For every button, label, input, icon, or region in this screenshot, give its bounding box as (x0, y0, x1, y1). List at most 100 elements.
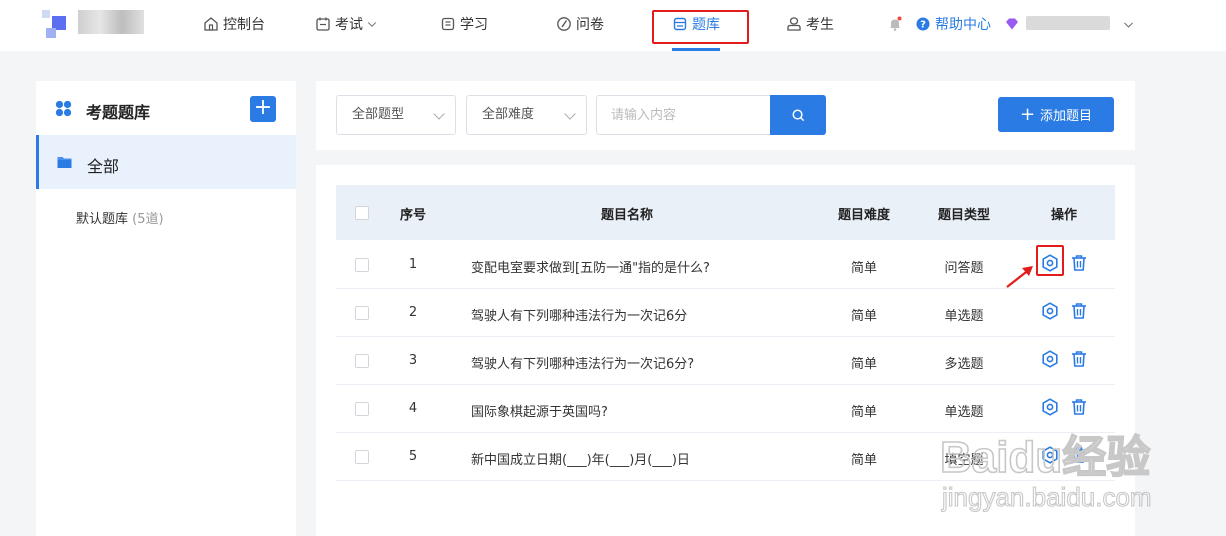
question-type: 单选题 (944, 309, 984, 324)
sidebar-item-default-bank[interactable]: 默认题库 (5道) (76, 208, 164, 227)
question-title: 驾驶人有下列哪种违法行为一次记6分? (471, 357, 695, 372)
sidebar-header: 考题题库 + (36, 81, 296, 135)
row-checkbox[interactable] (355, 258, 369, 272)
question-difficulty: 简单 (850, 405, 878, 420)
search-button[interactable] (770, 95, 826, 135)
bell-icon (890, 16, 902, 31)
question-type: 单选题 (944, 405, 984, 420)
annotation-highlight-settings (1036, 245, 1064, 276)
help-center-label: 帮助中心 (935, 17, 991, 33)
column-header-index: 序号 (399, 208, 427, 223)
nav-item-survey[interactable]: 问卷 (556, 14, 604, 34)
user-menu-toggle[interactable] (1122, 14, 1139, 34)
help-center-link[interactable]: ? 帮助中心 (915, 14, 991, 34)
question-difficulty: 简单 (850, 453, 878, 468)
annotation-highlight-nav (652, 10, 749, 44)
table-header: 序号 题目名称 题目难度 题目类型 操作 (336, 185, 1115, 240)
settings-gear-icon[interactable] (1040, 301, 1060, 321)
question-title: 新中国成立日期(___)年(___)月(___)日 (471, 453, 690, 468)
bank-question-count: (5道) (132, 212, 164, 227)
book-icon (441, 17, 455, 31)
row-checkbox[interactable] (355, 306, 369, 320)
select-all-checkbox[interactable] (355, 206, 369, 220)
row-checkbox[interactable] (355, 450, 369, 464)
question-circle-icon: ? (916, 17, 930, 31)
chevron-down-icon (433, 108, 445, 120)
table-row[interactable]: 4 国际象棋起源于英国吗? 简单 单选题 (336, 385, 1115, 433)
column-header-difficulty: 题目难度 (837, 208, 891, 223)
annotation-arrow-icon (1006, 266, 1033, 288)
delete-trash-icon[interactable] (1069, 397, 1089, 417)
chevron-down-icon (1124, 21, 1133, 28)
row-index: 5 (408, 449, 418, 464)
nav-item-exam[interactable]: 考试 (315, 14, 382, 34)
settings-gear-icon[interactable] (1040, 349, 1060, 369)
home-icon (204, 17, 218, 31)
question-difficulty: 简单 (850, 357, 878, 372)
search-icon (792, 109, 804, 121)
nav-item-label: 考生 (806, 17, 834, 33)
vip-badge (1004, 14, 1024, 34)
watermark-brand: Baidu经验 (940, 433, 1150, 482)
sidebar-title: 考题题库 (86, 103, 151, 122)
bank-name: 默认题库 (76, 212, 129, 227)
question-difficulty: 简单 (850, 261, 878, 276)
chevron-down-icon (564, 108, 576, 120)
search-input[interactable] (596, 95, 771, 135)
question-type: 问答题 (944, 261, 984, 276)
baidu-jingyan-watermark: Baidu经验 jingyan.baidu.com (940, 432, 1152, 512)
column-header-actions: 操作 (1050, 208, 1078, 223)
difficulty-select[interactable]: 全部难度 (466, 95, 587, 135)
calendar-icon (316, 17, 330, 31)
nav-item-examinee[interactable]: 考生 (786, 14, 834, 34)
chevron-down-icon (367, 22, 377, 27)
nav-item-label: 控制台 (223, 17, 265, 33)
question-bank-sidebar: 考题题库 + 全部 默认题库 (5道) (36, 81, 296, 536)
question-title: 变配电室要求做到[五防一通"指的是什么? (471, 261, 710, 276)
brand-logo[interactable] (42, 6, 152, 40)
question-title: 国际象棋起源于英国吗? (471, 405, 608, 420)
question-type-select[interactable]: 全部题型 (336, 95, 456, 135)
column-header-name: 题目名称 (600, 208, 654, 223)
row-checkbox[interactable] (355, 354, 369, 368)
watermark-url: jingyan.baidu.com (941, 482, 1152, 512)
column-header-type: 题目类型 (937, 208, 991, 223)
plus-icon: + (1019, 103, 1036, 125)
select-value: 全部题型 (352, 107, 405, 122)
folder-icon (57, 157, 72, 168)
filter-toolbar: 全部题型 全部难度 + 添加题目 (316, 81, 1135, 150)
add-question-label: 添加题目 (1040, 109, 1093, 124)
notification-bell[interactable] (887, 14, 907, 34)
nav-item-dashboard[interactable]: 控制台 (203, 14, 265, 34)
row-index: 3 (408, 353, 418, 368)
question-type: 多选题 (944, 357, 984, 372)
user-icon (787, 17, 801, 31)
sidebar-item-label: 全部 (87, 157, 120, 176)
delete-trash-icon[interactable] (1069, 253, 1089, 273)
nav-item-label: 问卷 (576, 17, 604, 33)
nav-item-label: 学习 (460, 17, 488, 33)
settings-gear-icon[interactable] (1040, 397, 1060, 417)
add-question-button[interactable]: + 添加题目 (998, 97, 1114, 132)
question-difficulty: 简单 (850, 309, 878, 324)
nav-item-study[interactable]: 学习 (440, 14, 488, 34)
add-bank-button[interactable]: + (250, 96, 276, 122)
question-title: 驾驶人有下列哪种违法行为一次记6分 (471, 309, 688, 324)
table-row[interactable]: 3 驾驶人有下列哪种违法行为一次记6分? 简单 多选题 (336, 337, 1115, 385)
row-checkbox[interactable] (355, 402, 369, 416)
grid-icon (55, 100, 72, 117)
row-index: 2 (408, 305, 418, 320)
nav-item-label: 考试 (335, 17, 363, 33)
row-index: 4 (408, 401, 418, 416)
active-nav-indicator (672, 48, 720, 51)
delete-trash-icon[interactable] (1069, 301, 1089, 321)
sidebar-item-all[interactable]: 全部 (36, 135, 296, 189)
delete-trash-icon[interactable] (1069, 349, 1089, 369)
table-row[interactable]: 2 驾驶人有下列哪种违法行为一次记6分 简单 单选题 (336, 289, 1115, 337)
user-name[interactable] (1026, 16, 1110, 30)
diamond-icon (1006, 18, 1018, 30)
row-index: 1 (408, 257, 418, 272)
select-value: 全部难度 (482, 107, 535, 122)
pen-icon (557, 17, 571, 31)
table-row[interactable]: 1 变配电室要求做到[五防一通"指的是什么? 简单 问答题 (336, 241, 1115, 289)
